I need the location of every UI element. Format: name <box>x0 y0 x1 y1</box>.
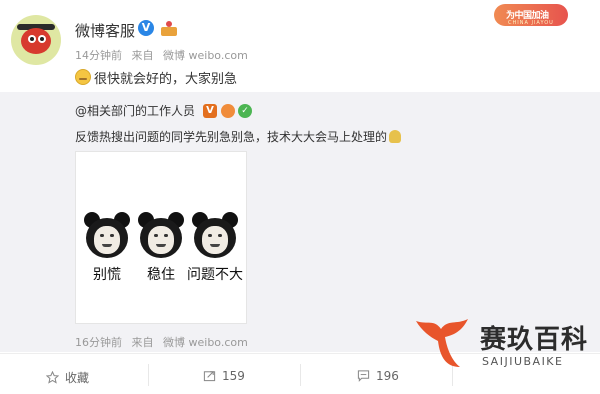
panda-face-icon <box>190 212 240 262</box>
repost-source[interactable]: 微博 weibo.com <box>163 336 248 349</box>
repost-meta: 16分钟前 来自 微博 weibo.com <box>75 334 254 350</box>
meme-caption: 稳住 <box>147 267 175 283</box>
favorite-button[interactable]: 收藏 <box>46 369 89 386</box>
verified-v-icon: V <box>203 104 217 118</box>
repost-text-row: 反馈热搜出问题的同学先别急别急，技术大大会马上处理的 <box>75 128 402 145</box>
share-icon <box>203 371 216 382</box>
member-badge-icon <box>221 104 235 118</box>
source-prefix: 来自 <box>131 49 154 62</box>
site-watermark: 赛玖百科 SAIJIUBAIKE <box>410 311 598 377</box>
watermark-title: 赛玖百科 <box>480 325 589 355</box>
meme-image[interactable]: 别慌 稳住 问题不大 <box>75 151 247 324</box>
whale-tail-logo-icon <box>416 319 468 367</box>
author-name[interactable]: 微博客服 <box>75 20 135 41</box>
divider <box>300 364 301 386</box>
post-text-row: 很快就会好的，大家别急 <box>75 68 237 87</box>
event-banner-subtext: CHINA JIAYOU <box>508 20 554 26</box>
panda-face-icon <box>82 212 132 262</box>
divider <box>148 364 149 386</box>
comment-button[interactable]: 196 <box>357 369 399 383</box>
post-meta: 14分钟前 来自 微博 weibo.com <box>75 47 254 63</box>
wink-emoji-icon <box>75 69 91 85</box>
watermark-subtitle: SAIJIUBAIKE <box>482 355 564 368</box>
post-text: 很快就会好的，大家别急 <box>94 72 238 87</box>
star-icon <box>46 371 59 384</box>
post-time[interactable]: 14分钟前 <box>75 49 122 62</box>
repost-source-prefix: 来自 <box>131 336 154 349</box>
panda-face-icon <box>136 212 186 262</box>
post-source[interactable]: 微博 weibo.com <box>163 49 248 62</box>
event-banner[interactable]: 为中国加油 CHINA JIAYOU <box>494 2 568 32</box>
doge-emoji-icon <box>389 130 402 143</box>
favorite-label: 收藏 <box>65 371 90 385</box>
comment-icon <box>357 370 370 382</box>
repost-count: 159 <box>222 369 245 383</box>
comment-count: 196 <box>376 369 399 383</box>
verified-icon: V <box>138 20 154 36</box>
repost-button[interactable]: 159 <box>203 369 245 383</box>
meme-caption: 别慌 <box>93 267 121 283</box>
birthday-badge-icon <box>160 21 178 36</box>
repost-time[interactable]: 16分钟前 <box>75 336 122 349</box>
green-badge-icon: ✓ <box>238 104 252 118</box>
repost-text: 反馈热搜出问题的同学先别急别急，技术大大会马上处理的 <box>75 130 388 144</box>
avatar[interactable] <box>11 15 61 65</box>
meme-caption: 问题不大 <box>187 267 243 283</box>
repost-author[interactable]: @相关部门的工作人员 <box>75 102 195 119</box>
original-post: 微博客服 V 14分钟前 来自 微博 weibo.com 很快就会好的，大家别急… <box>0 0 600 92</box>
